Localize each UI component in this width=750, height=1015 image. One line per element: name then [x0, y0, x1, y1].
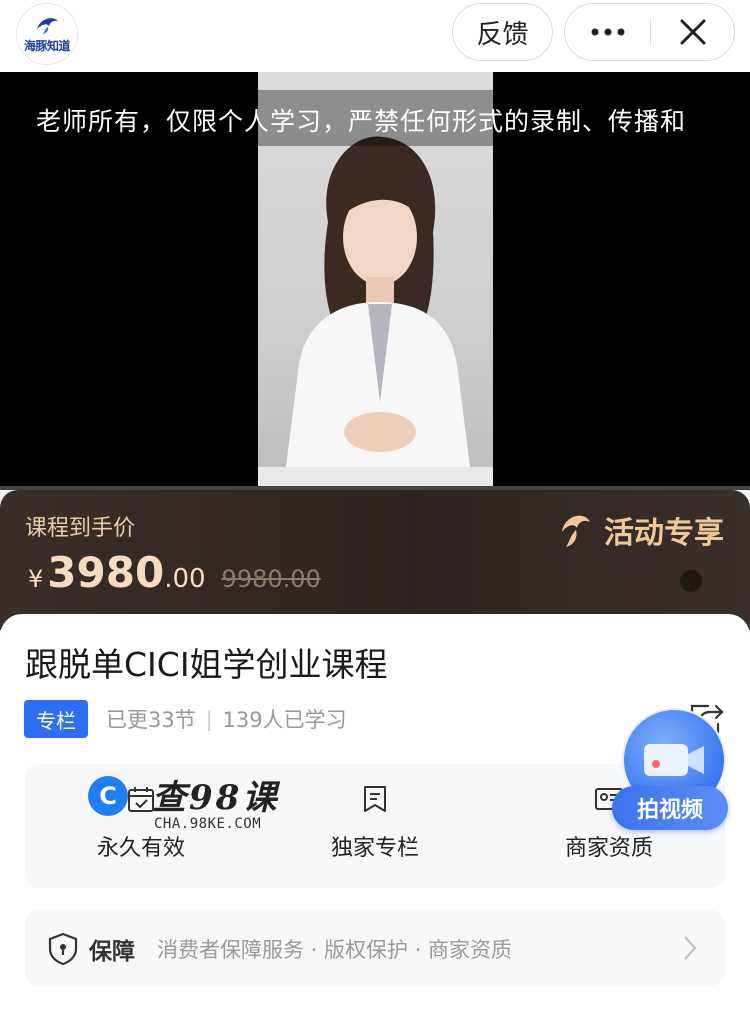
- column-tag: 专栏: [24, 700, 88, 738]
- price-label: 课程到手价: [25, 516, 136, 541]
- guarantee-title: 保障: [89, 939, 135, 965]
- bookmark-icon: [364, 786, 386, 812]
- guarantee-text: 消费者保障服务 · 版权保护 · 商家资质: [157, 938, 513, 962]
- price-row: ¥ 3980 .00 9980.00: [28, 548, 321, 597]
- close-button[interactable]: [651, 4, 735, 60]
- site-watermark-url: CHA.98KE.COM: [154, 816, 262, 832]
- video-player[interactable]: 老师所有，仅限个人学习，严禁任何形式的录制、传播和: [0, 72, 750, 490]
- feedback-button[interactable]: 反馈: [452, 3, 553, 61]
- video-watermark: 老师所有，仅限个人学习，严禁任何形式的录制、传播和: [36, 107, 687, 136]
- promo-badge: 活动专享: [556, 508, 724, 552]
- mini-program-capsule: [564, 3, 735, 61]
- promo-label: 活动专享: [604, 516, 724, 551]
- feature-label: 商家资质: [564, 836, 653, 861]
- feature-exclusive: 独家专栏: [285, 784, 465, 862]
- site-watermark-title: 查98课: [152, 778, 280, 818]
- currency-symbol: ¥: [28, 565, 44, 593]
- guarantee-row[interactable]: 保障 消费者保障服务 · 版权保护 · 商家资质: [25, 910, 725, 986]
- top-bar: 海豚知道 反馈: [0, 0, 750, 72]
- feature-label: 独家专栏: [330, 836, 419, 861]
- logo-text: 海豚知道: [23, 38, 71, 53]
- price-banner: 课程到手价 ¥ 3980 .00 9980.00 活动专享: [0, 490, 750, 630]
- updated-count: 已更33节: [106, 708, 196, 732]
- site-logo-icon: C: [88, 776, 128, 816]
- original-price: 9980.00: [221, 565, 321, 593]
- shoot-video-widget[interactable]: 拍视频: [612, 708, 734, 830]
- decorative-dot: [680, 570, 702, 592]
- app-logo[interactable]: 海豚知道: [16, 3, 78, 65]
- course-meta: 专栏 已更33节 | 139人已学习: [24, 700, 347, 738]
- video-camera-icon: [644, 744, 704, 776]
- shield-icon: [48, 932, 78, 966]
- more-icon: [591, 28, 624, 36]
- more-button[interactable]: [565, 4, 650, 60]
- course-title: 跟脱单CICI姐学创业课程: [25, 645, 388, 684]
- price-integer: 3980: [47, 548, 165, 597]
- price-decimal: .00: [164, 564, 206, 594]
- close-icon: [680, 19, 706, 45]
- learner-count: 139人已学习: [222, 708, 347, 732]
- dolphin-icon: [37, 17, 58, 34]
- chevron-right-icon: [684, 936, 697, 960]
- shoot-video-button[interactable]: 拍视频: [612, 786, 728, 830]
- site-watermark: C 查98课 CHA.98KE.COM: [88, 772, 288, 836]
- dolphin-icon: [562, 515, 590, 547]
- meta-separator: |: [205, 707, 213, 731]
